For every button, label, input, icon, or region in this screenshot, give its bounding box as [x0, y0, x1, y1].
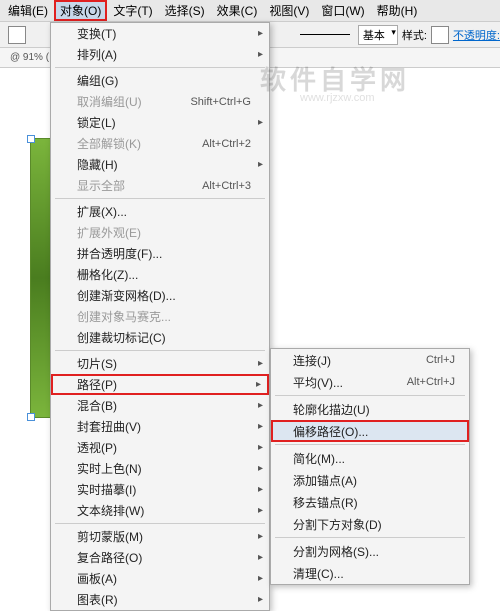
- menu-item: 取消编组(U)Shift+Ctrl+G: [51, 91, 269, 112]
- opacity-label[interactable]: 不透明度:: [453, 27, 500, 43]
- menu-item[interactable]: 编组(G): [51, 70, 269, 91]
- object-menu: 变换(T)排列(A) 编组(G)取消编组(U)Shift+Ctrl+G锁定(L)全…: [50, 22, 270, 611]
- menu-item[interactable]: 路径(P): [51, 374, 269, 395]
- menu-item[interactable]: 实时上色(N): [51, 458, 269, 479]
- submenu-item[interactable]: 偏移路径(O)...: [271, 420, 469, 442]
- menu-item[interactable]: 栅格化(Z)...: [51, 264, 269, 285]
- menu-item[interactable]: 画板(A): [51, 568, 269, 589]
- menu-item[interactable]: 变换(T): [51, 23, 269, 44]
- menu-item[interactable]: 剪切蒙版(M): [51, 526, 269, 547]
- menu-item[interactable]: 扩展(X)...: [51, 201, 269, 222]
- menu-item[interactable]: 封套扭曲(V): [51, 416, 269, 437]
- menu-item[interactable]: 创建渐变网格(D)...: [51, 285, 269, 306]
- style-label: 样式:: [402, 27, 427, 43]
- menu-item[interactable]: 透视(P): [51, 437, 269, 458]
- style-swatch[interactable]: [431, 26, 449, 44]
- submenu-item[interactable]: 轮廓化描边(U): [271, 398, 469, 420]
- menu-item[interactable]: 实时描摹(I): [51, 479, 269, 500]
- path-submenu: 连接(J)Ctrl+J平均(V)...Alt+Ctrl+J 轮廓化描边(U)偏移路…: [270, 348, 470, 585]
- zoom-level: @ 91% (: [10, 52, 49, 63]
- stroke-preview: [300, 34, 350, 35]
- menu-object[interactable]: 对象(O): [54, 0, 107, 21]
- menu-item: 显示全部Alt+Ctrl+3: [51, 175, 269, 196]
- menu-window[interactable]: 窗口(W): [315, 0, 370, 21]
- submenu-item[interactable]: 分割为网格(S)...: [271, 540, 469, 562]
- menu-item[interactable]: 拼合透明度(F)...: [51, 243, 269, 264]
- menu-item[interactable]: 图表(R): [51, 589, 269, 610]
- menu-item: 扩展外观(E): [51, 222, 269, 243]
- menu-select[interactable]: 选择(S): [159, 0, 211, 21]
- menu-item[interactable]: 隐藏(H): [51, 154, 269, 175]
- menu-edit[interactable]: 编辑(E): [2, 0, 54, 21]
- submenu-item[interactable]: 清理(C)...: [271, 562, 469, 584]
- menu-item[interactable]: 复合路径(O): [51, 547, 269, 568]
- menu-item[interactable]: 文本绕排(W): [51, 500, 269, 521]
- menu-item[interactable]: 创建裁切标记(C): [51, 327, 269, 348]
- menu-item: 全部解锁(K)Alt+Ctrl+2: [51, 133, 269, 154]
- submenu-item[interactable]: 添加锚点(A): [271, 469, 469, 491]
- submenu-item[interactable]: 连接(J)Ctrl+J: [271, 349, 469, 371]
- menu-view[interactable]: 视图(V): [263, 0, 315, 21]
- menu-help[interactable]: 帮助(H): [371, 0, 424, 21]
- menu-type[interactable]: 文字(T): [107, 0, 158, 21]
- menu-item[interactable]: 排列(A): [51, 44, 269, 65]
- menu-item[interactable]: 混合(B): [51, 395, 269, 416]
- menu-item: 创建对象马赛克...: [51, 306, 269, 327]
- fill-swatch[interactable]: [8, 26, 26, 44]
- menu-item[interactable]: 锁定(L): [51, 112, 269, 133]
- stroke-select[interactable]: 基本: [358, 25, 398, 45]
- submenu-item[interactable]: 移去锚点(R): [271, 491, 469, 513]
- menubar: 编辑(E) 对象(O) 文字(T) 选择(S) 效果(C) 视图(V) 窗口(W…: [0, 0, 500, 22]
- menu-effect[interactable]: 效果(C): [211, 0, 264, 21]
- submenu-item[interactable]: 平均(V)...Alt+Ctrl+J: [271, 371, 469, 393]
- submenu-item[interactable]: 简化(M)...: [271, 447, 469, 469]
- menu-item[interactable]: 切片(S): [51, 353, 269, 374]
- submenu-item[interactable]: 分割下方对象(D): [271, 513, 469, 535]
